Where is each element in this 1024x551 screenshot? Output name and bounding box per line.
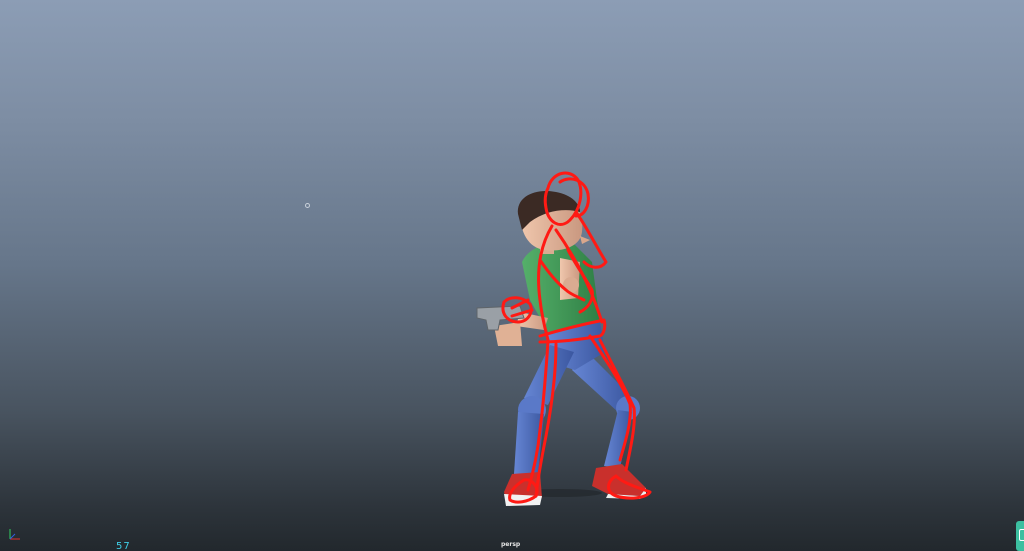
panel-tab-icon[interactable] (1016, 521, 1024, 551)
nose (580, 236, 590, 244)
maya-3d-viewport[interactable]: 57 persp (0, 0, 1024, 551)
frame-counter: 57 (116, 541, 131, 551)
camera-label: persp (501, 541, 521, 548)
front-thigh (524, 345, 574, 405)
axis-gizmo-icon (9, 529, 20, 540)
character-scene[interactable] (0, 0, 1024, 551)
